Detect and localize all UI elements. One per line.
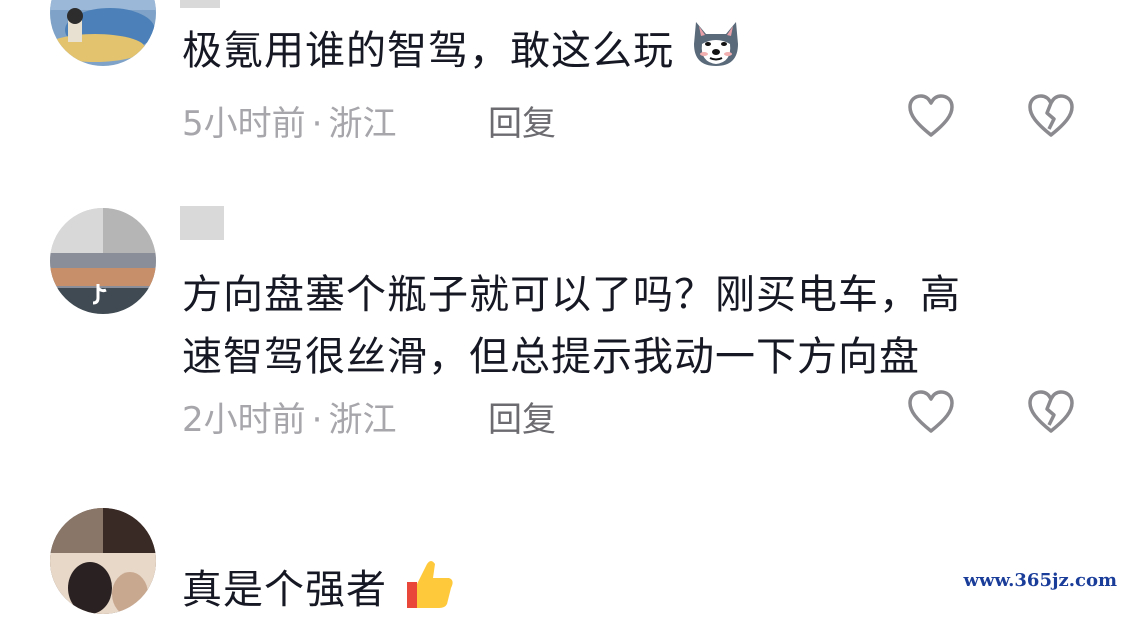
comment-location: 浙江 (328, 104, 397, 144)
watermark: www.365jz.com (963, 570, 1117, 591)
comment-time: 5小时前 (182, 104, 306, 144)
avatar-image (50, 0, 156, 66)
avatar[interactable] (50, 0, 156, 66)
comment-meta: 5小时前 · 浙江 (182, 96, 396, 145)
husky-dog-emoji (688, 18, 744, 88)
username[interactable] (180, 206, 224, 240)
avatar-image (50, 208, 156, 314)
thumbs-up-emoji (401, 556, 455, 628)
comment-time: 2小时前 (182, 400, 306, 440)
comment-location: 浙江 (328, 400, 397, 440)
broken-heart-icon[interactable] (1026, 389, 1076, 435)
avatar-image (50, 508, 156, 614)
broken-heart-icon[interactable] (1026, 93, 1076, 139)
reply-button[interactable]: 回复 (488, 392, 556, 441)
comment-text-line: 方向盘塞个瓶子就可以了吗？刚买电车，高 (182, 272, 961, 318)
meta-separator: · (311, 400, 323, 440)
username[interactable] (180, 0, 220, 8)
comment-text-line: 速智驾很丝滑，但总提示我动一下方向盘 (182, 334, 920, 380)
reply-button[interactable]: 回复 (488, 96, 556, 145)
comment-text: 极氪用谁的智驾，敢这么玩 (182, 18, 1062, 88)
heart-icon[interactable] (906, 93, 956, 139)
avatar[interactable] (50, 208, 156, 314)
comment-text: 方向盘塞个瓶子就可以了吗？刚买电车，高 速智驾很丝滑，但总提示我动一下方向盘 (182, 264, 1062, 388)
comment-meta: 2小时前 · 浙江 (182, 392, 396, 441)
meta-separator: · (311, 104, 323, 144)
comment-text: 真是个强者 (182, 556, 1062, 628)
avatar[interactable] (50, 508, 156, 614)
heart-icon[interactable] (906, 389, 956, 435)
